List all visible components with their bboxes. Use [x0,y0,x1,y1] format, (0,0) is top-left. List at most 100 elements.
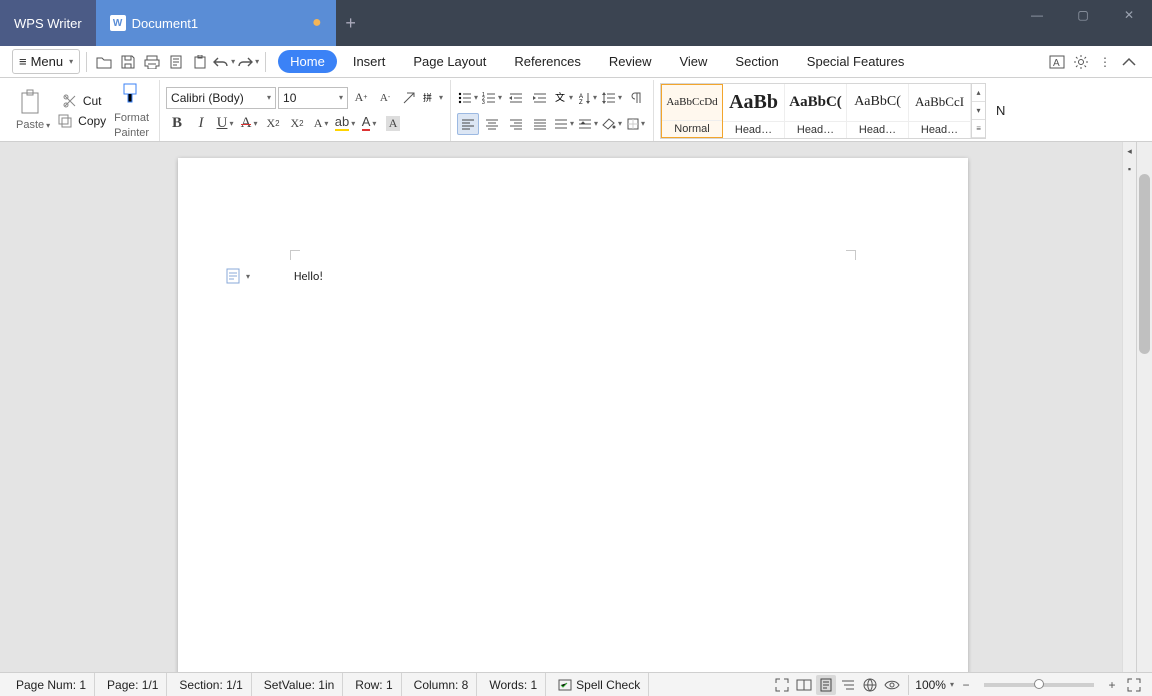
grow-font-button[interactable]: A+ [350,87,372,109]
outline-layout-icon[interactable] [838,675,858,695]
textbox-icon[interactable]: A [1046,51,1068,73]
subscript-button[interactable]: X2 [286,113,308,135]
chevron-down-icon[interactable]: ▾ [950,680,954,689]
increase-indent-button[interactable] [529,87,551,109]
zoom-out-button[interactable]: − [956,675,976,695]
scroll-thumb[interactable] [1139,174,1150,354]
style-gallery-more[interactable]: ▴ ▾ ≡ [971,84,985,138]
tab-section[interactable]: Section [723,50,790,73]
status-page-num[interactable]: Page Num: 1 [8,673,95,696]
print-layout-icon[interactable] [816,675,836,695]
print-icon[interactable] [141,51,163,73]
font-name-combo[interactable]: Calibri (Body)▾ [166,87,276,109]
style-heading4[interactable]: AaBbCcI Head… [909,84,971,138]
tab-special-features[interactable]: Special Features [795,50,917,73]
shading-button[interactable] [601,113,623,135]
superscript-button[interactable]: X2 [262,113,284,135]
style-heading2[interactable]: AaBbC( Head… [785,84,847,138]
tab-page-layout[interactable]: Page Layout [401,50,498,73]
more-icon[interactable]: ⋮ [1094,51,1116,73]
line-spacing-button[interactable] [601,87,623,109]
zoom-value[interactable]: 100% [915,678,946,692]
close-button[interactable]: ✕ [1106,0,1152,30]
highlight-button[interactable]: ab [334,113,356,135]
fullscreen-icon[interactable] [772,675,792,695]
copy-button[interactable]: Copy [58,114,106,128]
underline-button[interactable]: U [214,113,236,135]
snap-to-grid-button[interactable] [577,113,599,135]
strikethrough-button[interactable]: A [238,113,260,135]
hamburger-menu[interactable]: ≡ Menu ▾ [12,49,80,74]
app-tab[interactable]: WPS Writer [0,0,96,46]
style-heading3[interactable]: AaBbC( Head… [847,84,909,138]
undo-button[interactable] [213,51,235,73]
redo-button[interactable] [237,51,259,73]
style-heading1[interactable]: AaBb Head… [723,84,785,138]
new-style-button[interactable]: N [992,103,1009,118]
read-layout-icon[interactable] [794,675,814,695]
change-case-button[interactable]: A [310,113,332,135]
style-normal[interactable]: AaBbCcDd Normal [661,84,723,138]
align-right-button[interactable] [505,113,527,135]
settings-icon[interactable] [1070,51,1092,73]
document-tab[interactable]: W Document1 ● [96,0,336,46]
tab-view[interactable]: View [667,50,719,73]
style-heading3-label: Head… [847,121,908,138]
phonetic-guide-button[interactable]: 拼 [422,87,444,109]
strip-collapse-icon[interactable]: ◂ [1123,142,1136,160]
minimize-button[interactable]: — [1014,0,1060,30]
sort-button[interactable]: AZ [577,87,599,109]
tab-references[interactable]: References [502,50,592,73]
zoom-knob[interactable] [1034,679,1044,689]
bold-button[interactable]: B [166,113,188,135]
format-painter-button[interactable]: Format Painter [110,82,153,138]
tab-home[interactable]: Home [278,50,337,73]
status-column[interactable]: Column: 8 [406,673,478,696]
paste-quick-icon[interactable] [189,51,211,73]
vertical-scrollbar[interactable] [1136,142,1152,672]
fit-page-icon[interactable] [1124,675,1144,695]
align-left-button[interactable] [457,113,479,135]
open-icon[interactable] [93,51,115,73]
paste-button[interactable]: Paste [12,89,54,131]
italic-button[interactable]: I [190,113,212,135]
page-options-handle[interactable]: ▾ [226,268,250,284]
bullets-button[interactable] [457,87,479,109]
align-center-button[interactable] [481,113,503,135]
decrease-indent-button[interactable] [505,87,527,109]
char-shading-button[interactable]: A [382,113,404,135]
status-page[interactable]: Page: 1/1 [99,673,167,696]
tab-review[interactable]: Review [597,50,664,73]
text-direction-button[interactable]: 文 [553,87,575,109]
numbering-button[interactable]: 123 [481,87,503,109]
show-marks-button[interactable] [625,87,647,109]
align-justify-button[interactable] [529,113,551,135]
collapse-ribbon-icon[interactable] [1118,51,1140,73]
tab-insert[interactable]: Insert [341,50,398,73]
document-body[interactable]: Hello! [294,270,323,284]
shrink-font-button[interactable]: A- [374,87,396,109]
save-icon[interactable] [117,51,139,73]
clear-formatting-button[interactable] [398,87,420,109]
cut-button[interactable]: Cut [63,94,102,108]
eye-protection-icon[interactable] [882,675,902,695]
web-layout-icon[interactable] [860,675,880,695]
document-page[interactable]: ▾ Hello! [178,158,968,672]
spell-check-button[interactable]: Spell Check [550,673,649,696]
borders-button[interactable] [625,113,647,135]
font-color-button[interactable]: A [358,113,380,135]
print-preview-icon[interactable] [165,51,187,73]
strip-tool-icon[interactable]: ▪ [1123,160,1136,178]
status-section[interactable]: Section: 1/1 [171,673,251,696]
zoom-slider[interactable] [984,683,1094,687]
font-size-combo[interactable]: 10▾ [278,87,348,109]
status-words[interactable]: Words: 1 [481,673,546,696]
zoom-in-button[interactable]: + [1102,675,1122,695]
status-row[interactable]: Row: 1 [347,673,401,696]
distribute-button[interactable] [553,113,575,135]
style-heading2-label: Head… [785,121,846,138]
new-tab-button[interactable]: + [336,0,366,46]
status-setvalue[interactable]: SetValue: 1in [256,673,344,696]
maximize-button[interactable]: ▢ [1060,0,1106,30]
hamburger-icon: ≡ [19,54,27,69]
